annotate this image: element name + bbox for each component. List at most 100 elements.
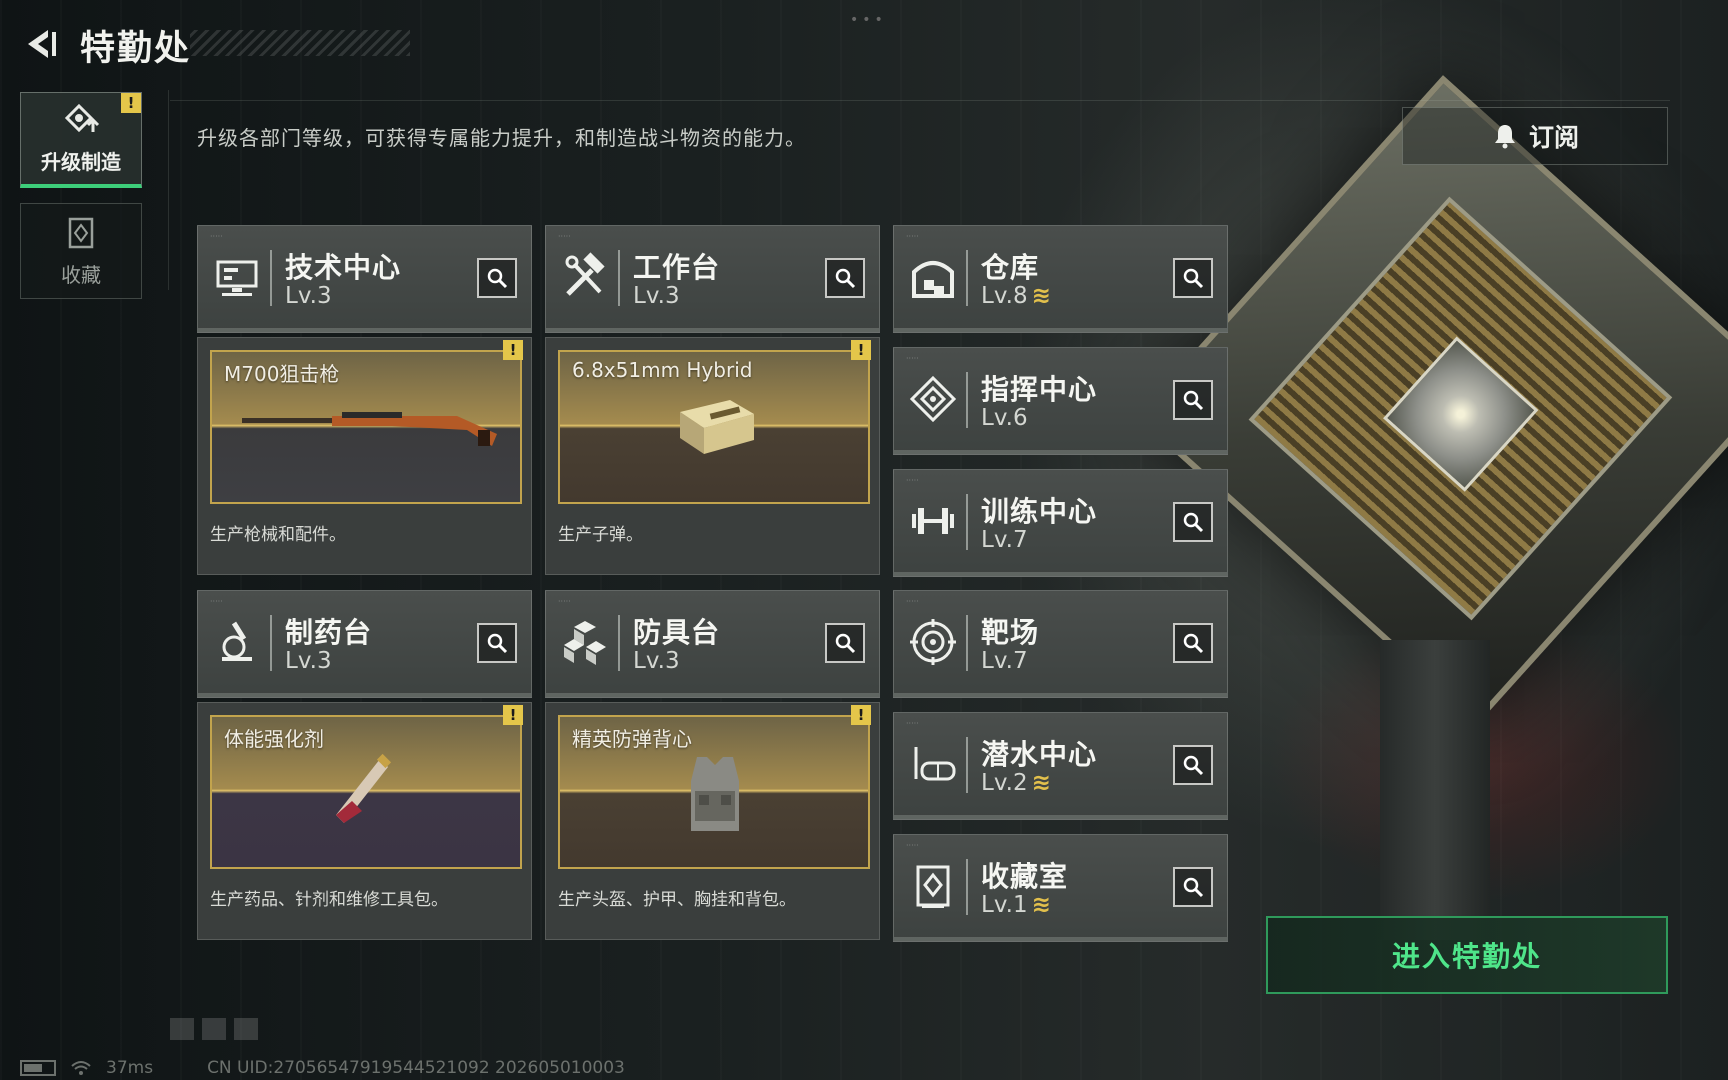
dept-name: 工作台: [633, 251, 721, 284]
product-description: 生产子弹。: [558, 525, 643, 545]
dept-training-center[interactable]: ····· 训练中心 Lv.7: [893, 469, 1228, 577]
dept-level: Lv.3: [633, 283, 680, 309]
product-card-ammo[interactable]: 6.8x51mm Hybrid ! 生产子弹。: [545, 337, 880, 575]
product-name: 体能强化剂: [224, 727, 324, 751]
search-button[interactable]: [1173, 867, 1213, 907]
dept-name: 技术中心: [285, 251, 402, 284]
dept-tech-center[interactable]: ····· 技术中心 Lv.3: [197, 225, 532, 333]
dept-level: Lv.1 ≋: [981, 892, 1051, 918]
dept-level: Lv.7: [981, 527, 1028, 553]
ammo-box-image: [680, 400, 754, 454]
search-icon: [1183, 633, 1204, 654]
subscribe-button[interactable]: 订阅: [1402, 107, 1668, 165]
product-name: 精英防弹背心: [572, 727, 692, 751]
search-button[interactable]: [1173, 258, 1213, 298]
warning-badge: !: [503, 340, 523, 360]
dept-armor-bench[interactable]: ····· 防具台 Lv.3: [545, 590, 880, 698]
command-diamond-icon: [909, 375, 957, 423]
product-card-weapon[interactable]: M700狙击枪 ! 生产枪械和配件。: [197, 337, 532, 575]
dept-name: 指挥中心: [981, 373, 1098, 406]
search-icon: [1183, 268, 1204, 289]
monitor-icon: [216, 260, 258, 296]
sidebar-tab-label: 升级制造: [41, 150, 121, 174]
dept-diving-center[interactable]: ····· 潜水中心 Lv.2 ≋: [893, 712, 1228, 820]
upgrade-available-icon: ≋: [1031, 770, 1051, 796]
dept-level: Lv.3: [285, 283, 332, 309]
upgrade-available-icon: ≋: [1031, 283, 1051, 309]
dept-collection-room[interactable]: ····· 收藏室 Lv.1 ≋: [893, 834, 1228, 942]
search-icon: [835, 268, 856, 289]
dept-command-center[interactable]: ····· 指挥中心 Lv.6: [893, 347, 1228, 455]
collection-case-icon: [916, 865, 950, 908]
upgrade-available-icon: ≋: [1031, 892, 1051, 918]
search-button[interactable]: [1173, 502, 1213, 542]
search-icon: [487, 633, 508, 654]
product-description: 生产药品、针剂和维修工具包。: [210, 890, 448, 910]
search-icon: [1183, 512, 1204, 533]
warning-badge: !: [851, 705, 871, 725]
header-divider: [170, 100, 1670, 101]
dumbbell-icon: [912, 508, 954, 534]
dept-warehouse[interactable]: ····· 仓库 Lv.8 ≋: [893, 225, 1228, 333]
dept-level: Lv.7: [981, 648, 1028, 674]
product-frame: M700狙击枪: [210, 350, 522, 504]
back-arrow-icon[interactable]: [18, 24, 58, 64]
dept-workbench[interactable]: ····· 工作台 Lv.3: [545, 225, 880, 333]
bell-icon: [1494, 125, 1515, 149]
search-button[interactable]: [1173, 745, 1213, 785]
subscribe-label: 订阅: [1528, 123, 1579, 152]
dept-name: 训练中心: [981, 495, 1098, 528]
status-footer: 37ms CN UID:2705654791954452109​2 202605…: [20, 1058, 625, 1078]
search-button[interactable]: [477, 623, 517, 663]
search-button[interactable]: [1173, 380, 1213, 420]
diving-mask-icon: [914, 747, 956, 781]
dept-name: 靶场: [981, 616, 1040, 649]
product-description: 生产枪械和配件。: [210, 525, 346, 545]
product-frame: 精英防弹背心: [558, 715, 870, 869]
search-button[interactable]: [825, 258, 865, 298]
sidebar-tab-label: 收藏: [61, 262, 101, 287]
search-icon: [487, 268, 508, 289]
product-frame: 6.8x51mm Hybrid: [558, 350, 870, 504]
dept-shooting-range[interactable]: ····· 靶场 Lv.7: [893, 590, 1228, 698]
page-title: 特勤处: [80, 29, 192, 69]
dept-name: 仓库: [981, 251, 1040, 284]
dept-level: Lv.8 ≋: [981, 283, 1051, 309]
wifi-icon: [71, 1061, 91, 1075]
enter-base-button[interactable]: 进入特勤处: [1266, 916, 1668, 994]
sidebar-tab-upgrade[interactable]: 升级制造 !: [20, 92, 142, 188]
title-decoration: [190, 30, 410, 56]
top-handle: •••: [850, 12, 887, 28]
collection-icon: [68, 217, 94, 248]
product-card-armor[interactable]: 精英防弹背心 ! 生产头盔、护甲、胸挂和背包。: [545, 702, 880, 940]
dept-level: Lv.3: [285, 648, 332, 674]
product-frame: 体能强化剂: [210, 715, 522, 869]
microscope-icon: [222, 621, 252, 661]
product-name: M700狙击枪: [224, 362, 340, 386]
search-button[interactable]: [825, 623, 865, 663]
dept-name: 潜水中心: [981, 738, 1098, 771]
sniper-rifle-image: [242, 412, 497, 446]
warehouse-icon: [912, 261, 954, 298]
footer-decoration: [170, 1018, 260, 1040]
upgrade-craft-icon: [64, 103, 100, 133]
page-description: 升级各部门等级，可获得专属能力提升，和制造战斗物资的能力。: [197, 126, 806, 150]
product-card-medicine[interactable]: 体能强化剂 ! 生产药品、针剂和维修工具包。: [197, 702, 532, 940]
search-icon: [1183, 755, 1204, 776]
dept-name: 收藏室: [981, 860, 1069, 893]
warning-badge: !: [851, 340, 871, 360]
base-pillar: [1380, 640, 1490, 940]
uid-text: CN UID:2705654791954452109​2 20260501000…: [207, 1058, 625, 1078]
dept-pharmacy[interactable]: ····· 制药台 Lv.3: [197, 590, 532, 698]
stimulant-syringe-image: [336, 753, 392, 823]
search-button[interactable]: [477, 258, 517, 298]
sidebar-tab-collection[interactable]: 收藏: [20, 203, 142, 299]
boxes-icon: [564, 621, 606, 665]
target-icon: [910, 619, 956, 665]
search-button[interactable]: [1173, 623, 1213, 663]
search-icon: [1183, 390, 1204, 411]
dept-name: 制药台: [285, 616, 373, 649]
warning-badge: !: [503, 705, 523, 725]
armor-vest-image: [691, 757, 739, 831]
sidebar-divider: [168, 90, 169, 290]
